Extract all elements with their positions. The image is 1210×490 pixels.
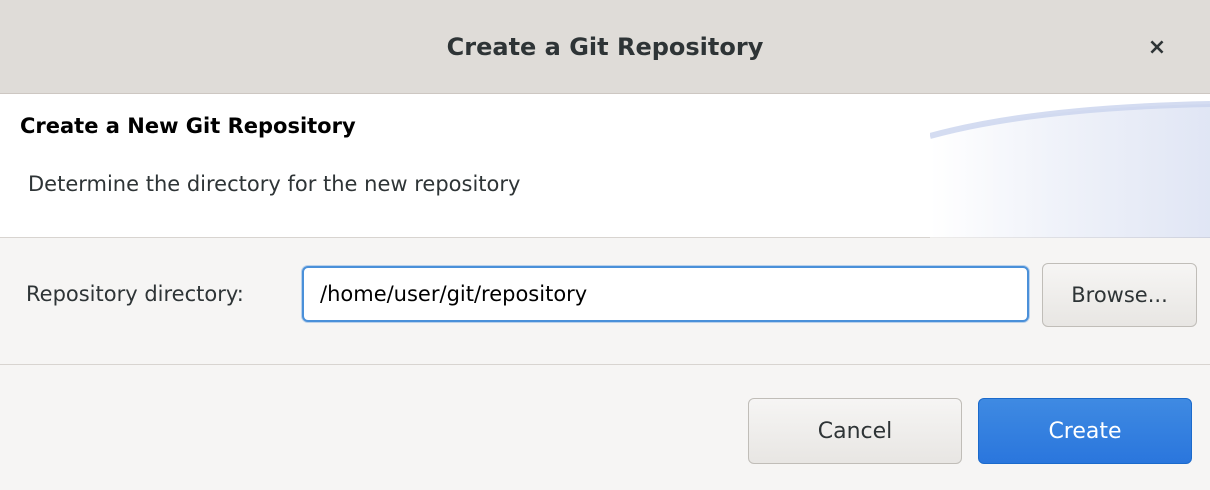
title-bar[interactable]: Create a Git Repository ×: [0, 0, 1210, 94]
banner-graphic: [930, 94, 1210, 238]
repository-directory-label: Repository directory:: [26, 282, 244, 306]
browse-button[interactable]: Browse...: [1042, 263, 1197, 327]
close-icon: ×: [1147, 34, 1167, 60]
repository-directory-input[interactable]: [302, 266, 1029, 322]
create-git-repository-dialog: Create a Git Repository × Create a New G…: [0, 0, 1210, 490]
create-button[interactable]: Create: [978, 398, 1192, 464]
button-bar-separator: [0, 364, 1210, 365]
repository-directory-row: Repository directory: Browse...: [0, 238, 1210, 364]
window-title: Create a Git Repository: [446, 33, 764, 61]
wizard-header: Create a New Git Repository Determine th…: [0, 94, 1210, 238]
close-button[interactable]: ×: [1140, 30, 1174, 64]
wizard-page-description: Determine the directory for the new repo…: [28, 172, 521, 196]
cancel-button[interactable]: Cancel: [748, 398, 962, 464]
wizard-page-title: Create a New Git Repository: [20, 114, 356, 138]
